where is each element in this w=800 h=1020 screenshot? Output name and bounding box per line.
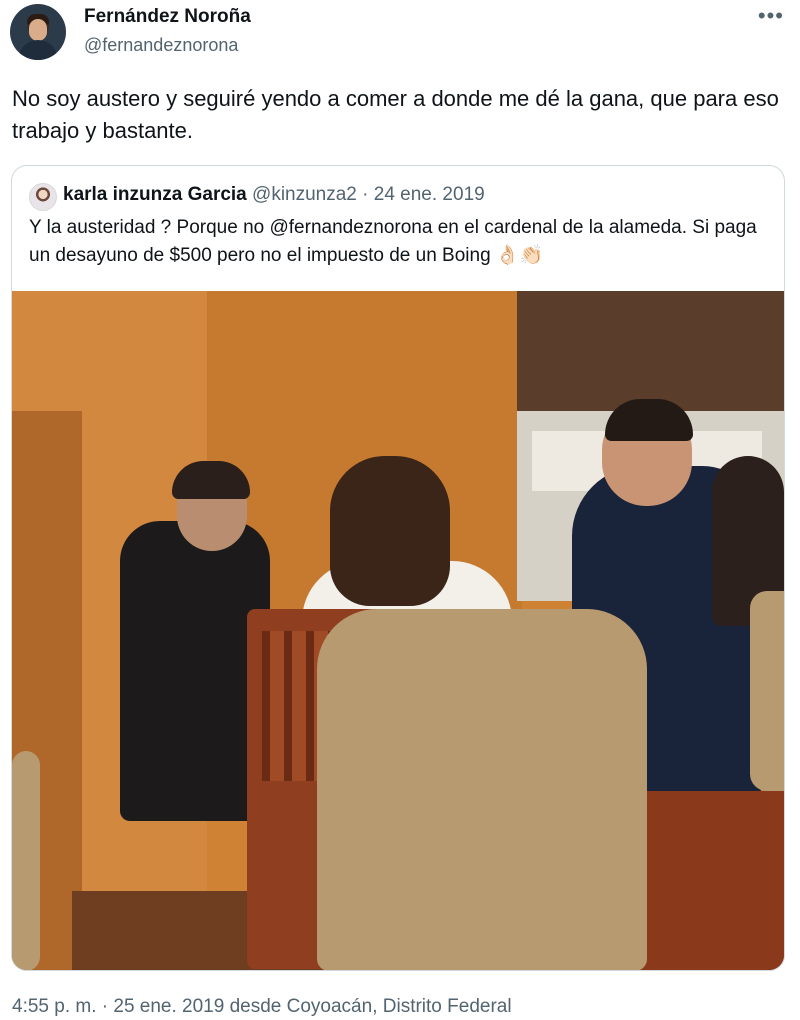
quoted-author-name[interactable]: karla inzunza Garcia — [63, 184, 247, 205]
quoted-author-handle[interactable]: @kinzunza2 — [252, 184, 357, 205]
author-handle[interactable]: @fernandeznorona — [84, 33, 238, 57]
author-avatar[interactable] — [10, 4, 66, 60]
quoted-date[interactable]: 24 ene. 2019 — [374, 184, 485, 205]
tweet-text: No soy austero y seguiré yendo a comer a… — [12, 86, 779, 143]
avatar-body — [18, 40, 58, 60]
quoted-header: karla inzunza Garcia @kinzunza2 · 24 ene… — [63, 182, 485, 208]
quoted-photo[interactable] — [12, 291, 784, 970]
quoted-text-block: Y la austeridad ? Porque no @fernandezno… — [29, 214, 774, 270]
photo-right-chair-edge — [750, 591, 784, 791]
quoted-separator: · — [362, 184, 369, 205]
quoted-tweet[interactable]: karla inzunza Garcia @kinzunza2 · 24 ene… — [11, 165, 785, 971]
tweet-timestamp[interactable]: 4:55 p. m. · 25 ene. 2019 desde Coyoacán… — [12, 994, 512, 1020]
photo-ceiling — [517, 291, 784, 411]
photo-left-chair-edge — [12, 751, 40, 970]
quoted-text: Y la austeridad ? Porque no @fernandezno… — [29, 217, 757, 266]
more-icon[interactable]: ••• — [758, 2, 784, 30]
photo-woman-hair — [330, 456, 450, 606]
photo-right-chair — [632, 791, 784, 970]
author-name[interactable]: Fernández Noroña — [84, 4, 251, 30]
photo-foreground-chair — [317, 609, 647, 970]
quoted-avatar[interactable] — [29, 183, 57, 211]
avatar-face — [29, 19, 47, 41]
quoted-emojis: 👌🏻👏🏻 — [495, 245, 544, 266]
